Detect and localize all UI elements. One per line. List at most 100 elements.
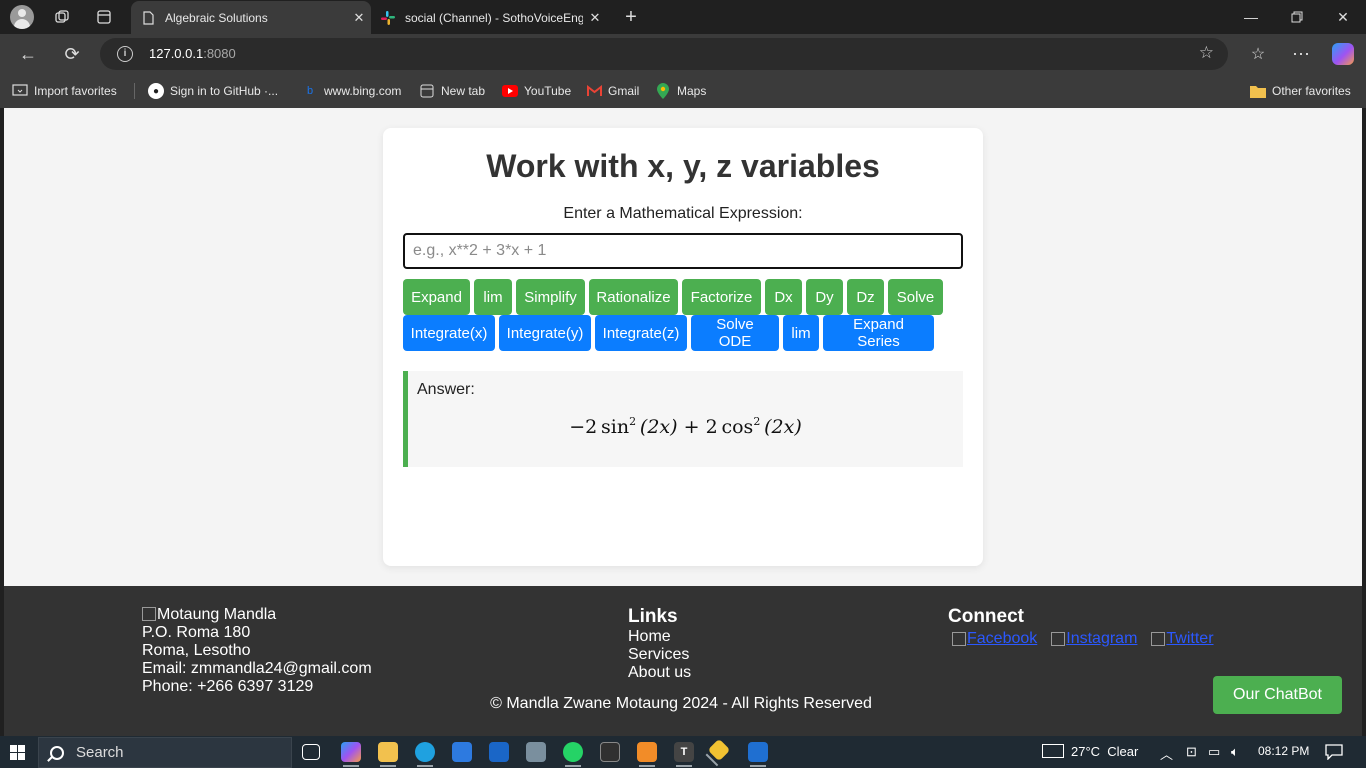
- volume-icon[interactable]: 🔈︎: [1231, 744, 1239, 760]
- github-icon: ●: [148, 83, 164, 99]
- integrate-x-button[interactable]: Integrate(x): [403, 315, 495, 351]
- footer-email: Email: zmmandla24@gmail.com: [142, 660, 372, 677]
- expression-label: Enter a Mathematical Expression:: [563, 205, 803, 222]
- favorite-youtube[interactable]: YouTube: [502, 82, 571, 100]
- links-heading: Links: [628, 606, 678, 627]
- copilot-icon: [1332, 43, 1354, 65]
- minimize-icon[interactable]: —: [1228, 0, 1274, 34]
- tab-actions-icon[interactable]: [92, 5, 116, 29]
- expression-input[interactable]: [403, 233, 963, 269]
- site-info-icon[interactable]: i: [117, 46, 133, 62]
- dev-tool-icon[interactable]: [707, 738, 731, 762]
- url-text: 127.0.0.1:8080: [149, 46, 236, 61]
- dz-button[interactable]: Dz: [847, 279, 884, 315]
- facebook-link[interactable]: Facebook: [952, 630, 1037, 648]
- broken-image-icon: [142, 607, 156, 621]
- dy-button[interactable]: Dy: [806, 279, 843, 315]
- store-icon[interactable]: [452, 742, 472, 762]
- twitter-link[interactable]: Twitter: [1151, 630, 1214, 648]
- task-view-icon[interactable]: [302, 744, 320, 760]
- close-window-icon[interactable]: ✕: [1320, 0, 1366, 34]
- show-hidden-icons-icon[interactable]: ︿: [1160, 744, 1173, 763]
- operation-buttons-row-2: Integrate(x) Integrate(y) Integrate(z) S…: [403, 315, 934, 351]
- other-favorites[interactable]: Other favorites: [1250, 82, 1351, 100]
- slack-icon: [381, 10, 395, 25]
- limit-button[interactable]: lim: [474, 279, 512, 315]
- clock[interactable]: 08:12 PM: [1258, 744, 1309, 758]
- import-icon: [12, 83, 28, 99]
- expand-button[interactable]: Expand: [403, 279, 470, 315]
- page-title: Work with x, y, z variables: [486, 148, 880, 184]
- footer-link-home[interactable]: Home: [628, 628, 691, 646]
- calculator-card: Work with x, y, z variables Enter a Math…: [383, 128, 983, 566]
- edge-browser-icon[interactable]: [415, 742, 435, 767]
- dx-button[interactable]: Dx: [765, 279, 802, 315]
- folder-icon: [1250, 83, 1266, 99]
- back-arrow-icon[interactable]: ←: [16, 42, 40, 66]
- favorite-maps[interactable]: Maps: [655, 82, 706, 100]
- favorites-list-icon[interactable]: ☆: [1246, 42, 1270, 66]
- footer-link-services[interactable]: Services: [628, 646, 691, 664]
- integrate-y-button[interactable]: Integrate(y): [499, 315, 591, 351]
- profile-avatar-icon[interactable]: [10, 5, 34, 29]
- mail-icon[interactable]: [489, 742, 509, 762]
- integrate-z-button[interactable]: Integrate(z): [595, 315, 687, 351]
- favorite-new-tab[interactable]: New tab: [419, 82, 485, 100]
- expand-series-button[interactable]: Expand Series: [823, 315, 934, 351]
- remote-desktop-icon[interactable]: [748, 742, 768, 767]
- browser-tab-bar: Algebraic Solutions ✕ social (Channel) -…: [0, 0, 1366, 34]
- gmail-icon: [586, 83, 602, 99]
- search-icon: [50, 745, 64, 760]
- footer-link-about[interactable]: About us: [628, 664, 691, 682]
- address-line-2: Roma, Lesotho: [142, 642, 251, 659]
- solve-button[interactable]: Solve: [888, 279, 943, 315]
- network-icon[interactable]: ⊡: [1186, 744, 1197, 760]
- favorite-star-icon[interactable]: ☆: [1199, 43, 1214, 63]
- close-tab-icon[interactable]: ✕: [347, 10, 371, 26]
- chatbot-button[interactable]: Our ChatBot: [1213, 676, 1342, 714]
- taskbar-search[interactable]: Search: [38, 737, 292, 768]
- restore-icon[interactable]: [1274, 0, 1320, 34]
- simplify-button[interactable]: Simplify: [516, 279, 585, 315]
- rationalize-button[interactable]: Rationalize: [589, 279, 678, 315]
- new-tab-plus-icon[interactable]: +: [619, 5, 643, 29]
- windows-taskbar: Search T 27°C Clear ︿ ⊡ ▭ 🔈︎ 08:12 PM: [0, 736, 1366, 768]
- photos-icon[interactable]: [526, 742, 546, 762]
- favorite-bing[interactable]: b www.bing.com: [302, 82, 401, 100]
- tab-slack-social[interactable]: social (Channel) - SothoVoiceEngi ✕: [371, 1, 607, 34]
- whatsapp-icon[interactable]: [563, 742, 583, 767]
- more-menu-icon[interactable]: ⋯: [1289, 42, 1313, 66]
- file-explorer-icon[interactable]: [378, 742, 398, 767]
- copilot-app-icon[interactable]: [341, 742, 361, 767]
- favorites-bar: Import favorites ● Sign in to GitHub ·..…: [0, 74, 1366, 108]
- windows-start-icon[interactable]: [10, 745, 25, 760]
- limit-series-button[interactable]: lim: [783, 315, 819, 351]
- terminal-icon[interactable]: T: [674, 742, 694, 767]
- solve-ode-button[interactable]: Solve ODE: [691, 315, 779, 351]
- video-app-icon[interactable]: [637, 742, 657, 767]
- close-tab-icon[interactable]: ✕: [583, 10, 607, 26]
- answer-expression: −2 sin2 (2x) + 2 cos2 (2x): [569, 415, 802, 438]
- copilot-icon-wrap[interactable]: [1331, 42, 1355, 66]
- connect-heading: Connect: [948, 606, 1024, 627]
- favorite-gmail[interactable]: Gmail: [586, 82, 639, 100]
- page-icon: [143, 10, 154, 25]
- battery-icon[interactable]: ▭: [1208, 744, 1220, 760]
- favorite-import[interactable]: Import favorites: [12, 82, 117, 100]
- instagram-link[interactable]: Instagram: [1051, 630, 1137, 648]
- answer-box: Answer: −2 sin2 (2x) + 2 cos2 (2x): [403, 371, 963, 467]
- refresh-icon[interactable]: ⟳: [60, 42, 84, 66]
- media-player-icon[interactable]: [600, 742, 620, 762]
- address-bar[interactable]: i 127.0.0.1:8080 ☆: [100, 38, 1228, 70]
- workspaces-icon[interactable]: [50, 5, 74, 29]
- address-line-1: P.O. Roma 180: [142, 624, 251, 641]
- tab-algebraic-solutions[interactable]: Algebraic Solutions ✕: [131, 1, 371, 34]
- broken-image-icon: [952, 632, 966, 646]
- favorite-github[interactable]: ● Sign in to GitHub ·...: [148, 82, 278, 100]
- bing-icon: b: [306, 85, 314, 97]
- notifications-icon[interactable]: [1325, 744, 1343, 763]
- factorize-button[interactable]: Factorize: [682, 279, 761, 315]
- weather-widget[interactable]: 27°C Clear: [1042, 744, 1138, 759]
- news-icon: [1042, 744, 1064, 758]
- tab-title: social (Channel) - SothoVoiceEngi: [405, 10, 583, 25]
